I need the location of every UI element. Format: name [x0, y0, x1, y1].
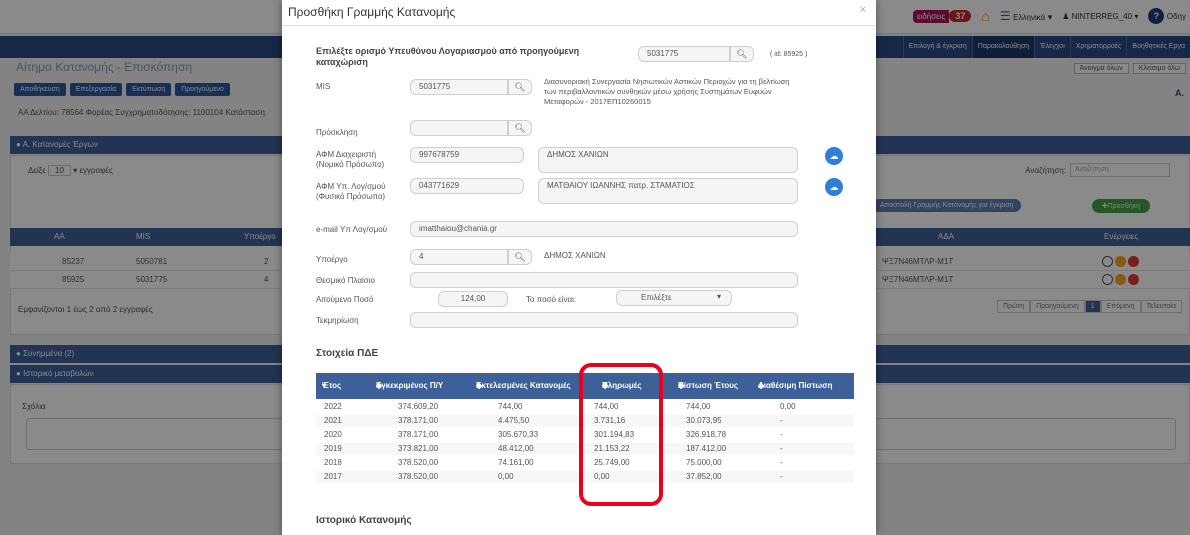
select-previous-label: Επιλέξτε ορισμό Υπευθύνου Λογαριασμού απ… — [316, 46, 580, 67]
table-cell: 378.520,00 — [398, 458, 439, 467]
afm-account-input[interactable]: 043771629 — [410, 178, 524, 194]
close-icon[interactable]: × — [860, 4, 866, 16]
table-cell: 2021 — [324, 416, 342, 425]
col-year[interactable]: Έτος ▾ — [322, 373, 341, 399]
search-icon[interactable]: 🔍︎ — [730, 46, 754, 62]
select-previous-input[interactable]: 5031775 — [638, 46, 730, 62]
table-cell: - — [780, 444, 783, 453]
table-cell: - — [780, 458, 783, 467]
select-previous-id: ( id: 85925 ) — [770, 51, 808, 58]
amount-type-select[interactable]: Επιλέξτε ▾ — [616, 290, 732, 306]
afm-manager-input[interactable]: 997678759 — [410, 147, 524, 163]
col-approved-budget-label: Εγκεκριμένος Π/Υ — [376, 381, 444, 390]
table-cell: - — [780, 416, 783, 425]
table-cell: 48.412,00 — [498, 444, 534, 453]
afm-manager-name: ΔΗΜΟΣ ΧΑΝΙΩΝ — [538, 147, 798, 173]
col-year-credit-label: Πίστωση Έτους — [678, 381, 739, 390]
invitation-input[interactable] — [410, 120, 508, 136]
table-cell: 374.609,20 — [398, 402, 439, 411]
invitation-label: Πρόσκληση — [316, 128, 358, 137]
mis-search-icon[interactable]: 🔍︎ — [508, 79, 532, 95]
subproject-search-icon[interactable]: 🔍︎ — [508, 249, 532, 265]
cloud-download-icon[interactable]: ☁ — [825, 178, 843, 196]
email-input[interactable]: imatthaiou@chania.gr — [410, 221, 798, 237]
table-cell: 37.852,00 — [686, 472, 722, 481]
table-cell: 0,00 — [780, 402, 796, 411]
amount-type-value: Επιλέξτε — [641, 293, 672, 302]
justification-label: Τεκμηρίωση — [316, 316, 359, 325]
table-cell: 744,00 — [686, 402, 711, 411]
chevron-down-icon: ▾ — [716, 292, 721, 301]
table-cell: 378.171,00 — [398, 416, 439, 425]
col-year-label: Έτος — [322, 381, 342, 390]
cloud-download-icon[interactable]: ☁ — [825, 147, 843, 165]
modal-header: Προσθήκη Γραμμής Κατανομής × — [282, 0, 876, 26]
table-cell: 30.073,95 — [686, 416, 722, 425]
table-cell: 744,00 — [498, 402, 523, 411]
table-cell: 4.475,50 — [498, 416, 530, 425]
framework-input[interactable] — [410, 272, 798, 288]
table-cell: - — [780, 430, 783, 439]
table-cell: 75.000,00 — [686, 458, 722, 467]
justification-input[interactable] — [410, 312, 798, 328]
amount-type-label: Το ποσό είναι: — [526, 295, 577, 304]
table-cell: - — [780, 472, 783, 481]
table-cell: 326.918,78 — [686, 430, 727, 439]
col-executed[interactable]: Εκτελεσμένες Κατανομές ◆ — [476, 373, 571, 399]
mis-input[interactable]: 5031775 — [410, 79, 508, 95]
amount-label: Αιτούμενο Ποσό — [316, 295, 374, 304]
mis-label: MIS — [316, 82, 331, 91]
pde-section-title: Στοιχεία ΠΔΕ — [316, 348, 379, 359]
table-cell: 305.670,33 — [498, 430, 539, 439]
afm-manager-label: ΑΦΜ Διαχειριστή (Νομικό Πρόσωπο) — [316, 150, 385, 169]
framework-label: Θεσμικό Πλαίσιο — [316, 276, 375, 285]
col-approved-budget[interactable]: Εγκεκριμένος Π/Υ ◆ — [376, 373, 443, 399]
table-cell: 2019 — [324, 444, 342, 453]
col-available-credit-label: Διαθέσιμη Πίστωση — [758, 381, 833, 390]
col-executed-label: Εκτελεσμένες Κατανομές — [476, 381, 571, 390]
table-cell: 2020 — [324, 430, 342, 439]
table-cell: 2018 — [324, 458, 342, 467]
afm-account-label: ΑΦΜ Υπ. Λογ/σμού (Φυσικό Πρόσωπο) — [316, 182, 386, 201]
table-cell: 74.161,00 — [498, 458, 534, 467]
table-cell: 378.520,00 — [398, 472, 439, 481]
subproject-name: ΔΗΜΟΣ ΧΑΝΙΩΝ — [544, 251, 606, 260]
table-cell: 2022 — [324, 402, 342, 411]
table-cell: 187.412,00 — [686, 444, 727, 453]
allocation-history-title: Ιστορικό Κατανομής — [316, 515, 412, 526]
table-cell: 0,00 — [498, 472, 514, 481]
table-cell: 2017 — [324, 472, 342, 481]
email-label: e-mail Υπ Λογ/σμού — [316, 225, 388, 234]
amount-input[interactable]: 124,00 — [438, 291, 508, 307]
afm-account-name: ΜΑΤΘΑΙΟΥ ΙΩΑΝΝΗΣ πατρ. ΣΤΑΜΑΤΙΟΣ — [538, 178, 798, 204]
table-cell: 378.171,00 — [398, 430, 439, 439]
invitation-search-icon[interactable]: 🔍︎ — [508, 120, 532, 136]
col-available-credit[interactable]: Διαθέσιμη Πίστωση ◆ — [758, 373, 832, 399]
mis-description: Διασυνοριακή Συνεργασία Νησιωτικών Αστικ… — [544, 77, 790, 106]
table-cell: 373.821,00 — [398, 444, 439, 453]
subproject-input[interactable]: 4 — [410, 249, 508, 265]
modal-title: Προσθήκη Γραμμής Κατανομής — [288, 5, 456, 19]
col-year-credit[interactable]: Πίστωση Έτους ◆ — [678, 373, 738, 399]
payments-column-highlight — [579, 363, 663, 506]
subproject-label: Υποέργο — [316, 255, 348, 264]
